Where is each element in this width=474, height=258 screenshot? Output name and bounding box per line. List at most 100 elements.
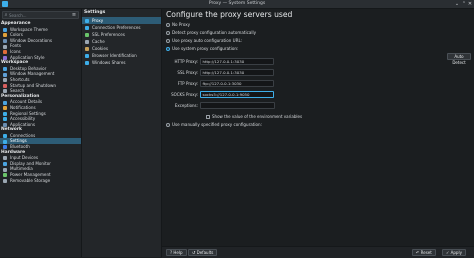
hamburger-menu-icon[interactable]: ≡: [70, 12, 78, 18]
exceptions-input[interactable]: [200, 102, 275, 109]
multimedia-icon: [3, 167, 7, 172]
no-proxy-option[interactable]: No Proxy: [166, 22, 190, 27]
application-style-icon: [3, 55, 7, 60]
cookies-icon: [85, 46, 89, 51]
network-item-cookies[interactable]: Cookies: [82, 45, 161, 52]
cache-icon: [85, 39, 89, 44]
auto-detect-button[interactable]: Auto Detect: [447, 53, 471, 65]
reset-button[interactable]: ↶ Reset: [412, 249, 436, 256]
sidebar-item-label: Application Style: [10, 54, 45, 60]
fonts-icon: [3, 44, 7, 49]
socks-proxy-input[interactable]: socks5://127.0.0.1:9050: [200, 91, 274, 98]
radio-icon: [166, 38, 170, 43]
account-details-icon: [3, 100, 7, 105]
proxy-icon: [85, 18, 89, 23]
window-management-icon: [3, 72, 7, 77]
search-field[interactable]: ⌕ Search... ≡: [2, 11, 79, 19]
network-item-label: Windows Shares: [92, 60, 126, 65]
http-proxy-input[interactable]: http://127.0.0.1:3030: [200, 58, 274, 65]
sidebar-item-label: Input Devices: [10, 155, 39, 161]
sidebar-item-label: Regional Settings: [10, 110, 46, 116]
bluetooth-icon: [3, 145, 7, 150]
network-item-label: Cookies: [92, 46, 109, 51]
desktop-behavior-icon: [3, 66, 7, 71]
sidebar-item-label: Fonts: [10, 43, 22, 49]
sidebar-item-label: Colors: [10, 32, 23, 38]
input-devices-icon: [3, 156, 7, 161]
auto-config-url-option[interactable]: Use proxy auto configuration URL:: [166, 38, 242, 43]
sidebar-item-removable-storage[interactable]: Removable Storage: [0, 178, 81, 184]
sidebar-category-list: Appearance Workspace Theme Colors Window De…: [0, 21, 81, 183]
defaults-button[interactable]: ↺ Defaults: [188, 249, 218, 256]
connections-icon: [3, 134, 7, 139]
search-icon: [3, 89, 7, 94]
auto-detect-option[interactable]: Detect proxy configuration automatically: [166, 30, 256, 35]
ssl-proxy-label: SSL Proxy:: [177, 70, 198, 75]
icons-icon: [3, 50, 7, 55]
ssl-proxy-input[interactable]: http://127.0.0.1:3030: [200, 69, 274, 76]
reset-icon: ↶: [416, 250, 420, 255]
radio-icon: [166, 30, 170, 35]
network-item-label: Connection Preferences: [92, 25, 141, 30]
sidebar-item-label: Applications: [10, 121, 36, 127]
sidebar-item-label: Window Decorations: [10, 37, 53, 43]
network-item-label: Browser Identification: [92, 53, 137, 58]
network-item-ssl-preferences[interactable]: SSL Preferences: [82, 31, 161, 38]
show-env-values-checkbox[interactable]: Show the value of the environment variab…: [206, 114, 302, 119]
ssl-preferences-icon: [85, 32, 89, 37]
sidebar-item-label: Connections: [10, 132, 36, 138]
ftp-proxy-label: FTP Proxy:: [177, 81, 198, 86]
exceptions-label: Exceptions:: [174, 103, 198, 108]
connection-preferences-icon: [85, 25, 89, 30]
ftp-proxy-input[interactable]: ftp://127.0.0.1:3030: [200, 80, 274, 87]
network-item-label: SSL Preferences: [92, 32, 125, 37]
settings-icon: [3, 139, 7, 144]
sidebar-item-search[interactable]: Search: [0, 88, 81, 94]
close-icon[interactable]: ✕: [467, 1, 473, 7]
browser-identification-icon: [85, 53, 89, 58]
system-proxy-option[interactable]: Use system proxy configuration:: [166, 46, 238, 51]
window-title: Proxy — System Settings: [208, 1, 266, 6]
network-item-proxy[interactable]: Proxy: [82, 17, 161, 24]
sidebar-item-label: Removable Storage: [10, 177, 51, 183]
workspace-theme-icon: [3, 27, 7, 32]
sidebar-item-label: Account Details: [10, 99, 43, 105]
network-item-connection-preferences[interactable]: Connection Preferences: [82, 24, 161, 31]
notifications-icon: [3, 106, 7, 111]
accessibility-icon: [3, 117, 7, 122]
help-icon: ?: [170, 250, 173, 255]
sidebar-item-applications[interactable]: Applications: [0, 122, 81, 128]
radio-selected-icon: [166, 46, 170, 51]
radio-icon: [166, 22, 170, 27]
help-button[interactable]: ? Help: [166, 249, 187, 256]
manual-proxy-option[interactable]: Use manually specified proxy configurati…: [166, 122, 262, 127]
network-settings-list: Settings Proxy Connection Preferences SSL …: [82, 9, 162, 257]
settings-sidebar: ⌕ Search... ≡ Appearance Workspace Theme C…: [0, 9, 82, 257]
network-item-browser-identification[interactable]: Browser Identification: [82, 52, 161, 59]
sidebar-item-label: Multimedia: [10, 166, 33, 172]
http-proxy-label: HTTP Proxy:: [174, 59, 198, 64]
startup-and-shutdown-icon: [3, 83, 7, 88]
sidebar-item-label: Bluetooth: [10, 144, 30, 150]
shortcuts-icon: [3, 78, 7, 83]
apply-icon: ✓: [446, 250, 450, 255]
network-item-cache[interactable]: Cache: [82, 38, 161, 45]
sidebar-item-application-style[interactable]: Application Style: [0, 55, 81, 61]
sidebar-item-label: Desktop Behavior: [10, 65, 47, 71]
power-management-icon: [3, 173, 7, 178]
socks-proxy-label: SOCKS Proxy:: [171, 92, 198, 97]
minimize-icon[interactable]: ⌄: [454, 1, 460, 7]
sidebar-item-bluetooth[interactable]: Bluetooth: [0, 144, 81, 150]
checkbox-icon: [206, 114, 210, 119]
sidebar-item-label: Accessibility: [10, 116, 36, 122]
network-settings-header: Settings: [84, 10, 106, 15]
removable-storage-icon: [3, 178, 7, 183]
sidebar-item-label: Power Management: [10, 172, 51, 178]
network-item-windows-shares[interactable]: Windows Shares: [82, 59, 161, 66]
proxy-panel: Configure the proxy servers used No Prox…: [162, 9, 474, 257]
sidebar-item-label: Window Management: [10, 71, 55, 77]
search-placeholder: Search...: [9, 12, 27, 18]
apply-button[interactable]: ✓ Apply: [442, 249, 466, 256]
network-item-label: Cache: [92, 39, 105, 44]
sidebar-item-label: Settings: [10, 138, 27, 144]
